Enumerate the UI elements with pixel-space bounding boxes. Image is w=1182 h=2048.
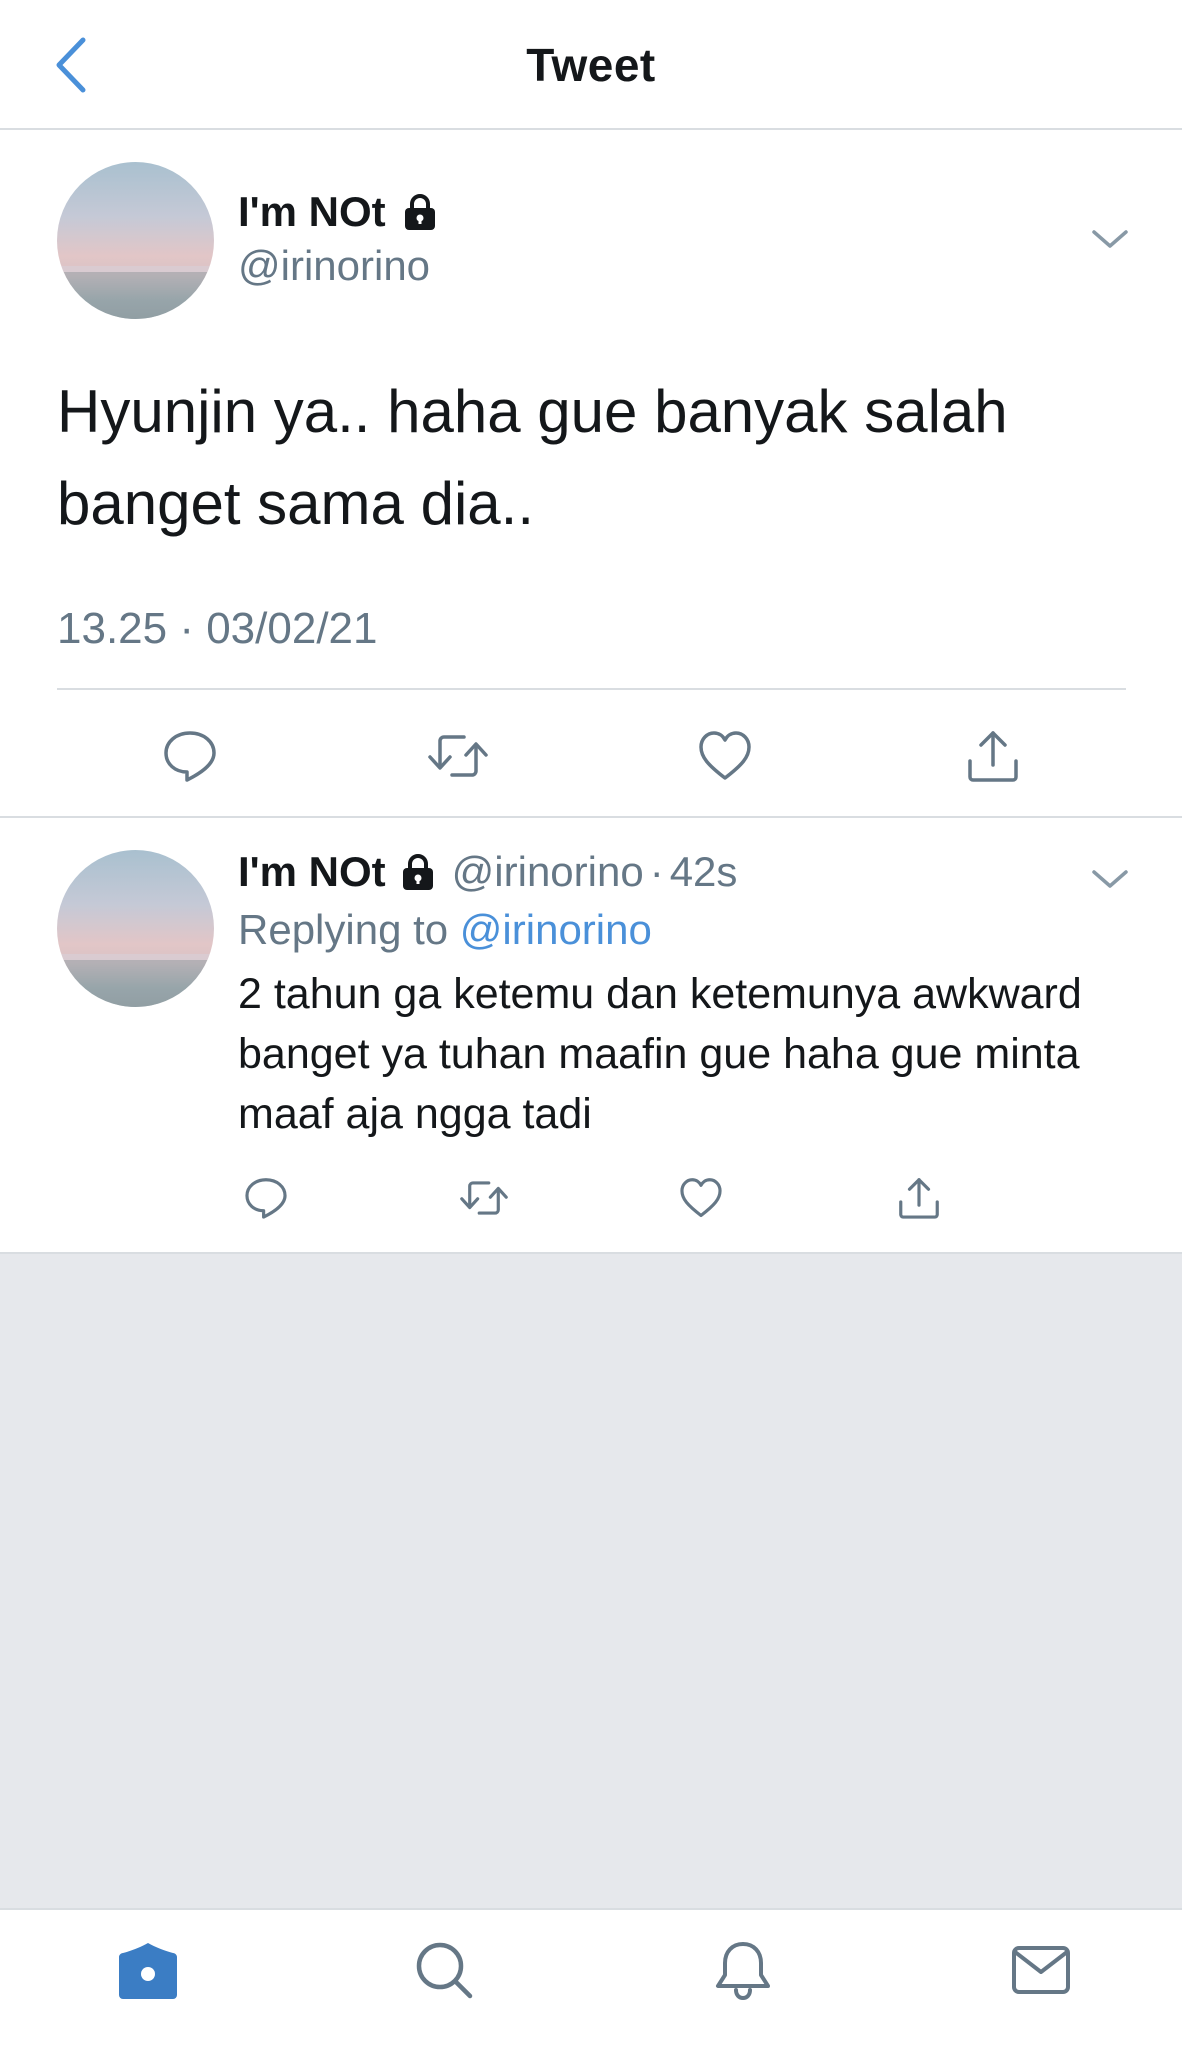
home-icon — [119, 1943, 177, 1999]
notifications-icon — [716, 1942, 770, 2001]
share-button[interactable] — [891, 1170, 947, 1226]
chevron-down-icon — [1092, 230, 1128, 248]
chevron-down-icon — [1092, 870, 1128, 888]
like-icon — [699, 731, 751, 780]
tweet-options-button[interactable] — [1088, 224, 1132, 254]
display-name-text: I'm NOt — [238, 848, 386, 895]
tab-messages[interactable] — [1001, 1932, 1081, 2008]
share-icon — [899, 1178, 939, 1219]
reply-icon — [245, 1178, 287, 1219]
avatar[interactable] — [57, 850, 214, 1007]
empty-area — [0, 1254, 1182, 1908]
handle[interactable]: @irinorino — [238, 242, 430, 290]
handle[interactable]: @irinorino — [452, 848, 644, 896]
reply-header: I'm NOt @irinorino · 42s — [238, 848, 737, 896]
lock-icon — [402, 854, 433, 890]
tweet-action-bar — [0, 1158, 1182, 1252]
page-title: Tweet — [526, 39, 656, 91]
relative-time: 42s — [669, 848, 738, 895]
retweet-icon — [428, 735, 488, 777]
messages-icon — [1012, 1946, 1070, 1994]
tweet-timestamp: 13.25 · 03/02/21 — [57, 604, 378, 653]
reply-tweet[interactable]: I'm NOt @irinorino · 42s Replying to @ir… — [0, 818, 1182, 1252]
lock-icon — [404, 194, 435, 230]
reply-button[interactable] — [238, 1170, 294, 1226]
tweet-text: Hyunjin ya.. haha gue banyak salah bange… — [57, 378, 1008, 537]
retweet-button[interactable] — [422, 720, 494, 792]
meta-separator: · — [649, 848, 664, 895]
main-tweet[interactable]: I'm NOt @irinorino Hyunjin ya.. haha gue… — [0, 130, 1182, 818]
retweet-icon — [460, 1181, 508, 1215]
reply-button[interactable] — [154, 720, 226, 792]
display-name-text: I'm NOt — [238, 188, 386, 235]
divider — [57, 688, 1126, 690]
tweet-options-button[interactable] — [1088, 864, 1132, 894]
display-name[interactable]: I'm NOt — [238, 188, 440, 236]
navigation-header: Tweet — [0, 0, 1182, 130]
replying-to-label: Replying to — [238, 906, 449, 953]
tab-notifications[interactable] — [703, 1932, 783, 2008]
share-button[interactable] — [957, 720, 1029, 792]
replying-to: Replying to @irinorino — [238, 906, 652, 954]
tweet-action-bar — [0, 696, 1182, 818]
like-icon — [680, 1178, 722, 1218]
share-icon — [968, 731, 1018, 782]
display-name[interactable]: I'm NOt — [238, 848, 438, 896]
replying-to-handle[interactable]: @irinorino — [460, 906, 652, 953]
avatar[interactable] — [57, 162, 214, 319]
tab-search[interactable] — [404, 1932, 484, 2008]
tab-bar — [0, 1908, 1182, 2048]
avatar-image — [57, 954, 214, 1007]
like-button[interactable] — [673, 1170, 729, 1226]
avatar-image — [57, 266, 214, 319]
tab-home[interactable] — [108, 1932, 188, 2008]
reply-icon — [164, 731, 216, 782]
search-icon — [416, 1942, 473, 1999]
retweet-button[interactable] — [456, 1170, 512, 1226]
tweet-text: 2 tahun ga ketemu dan ketemunya awkward … — [238, 970, 1082, 1138]
like-button[interactable] — [689, 720, 761, 792]
